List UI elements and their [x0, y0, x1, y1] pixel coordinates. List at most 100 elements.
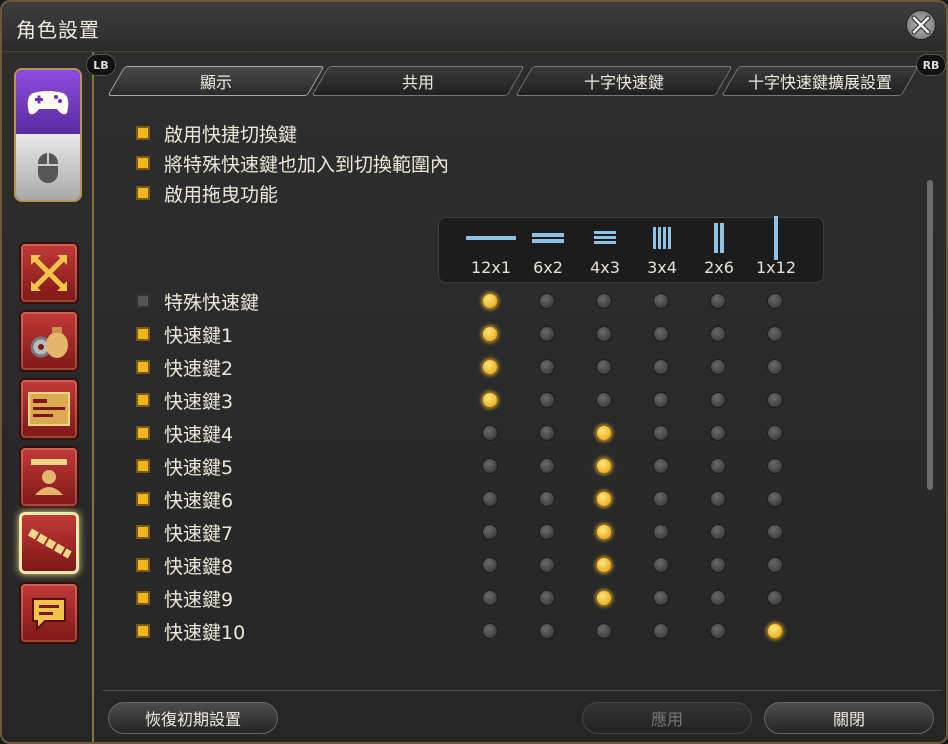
layout-radio-3x4[interactable]	[653, 524, 669, 540]
tab-bar: LB RB 顯示 共用 十字快速鍵 十字快速鍵擴展設置	[86, 52, 946, 98]
layout-3x4: 3x4	[632, 218, 692, 277]
layout-radio-6x2[interactable]	[539, 392, 555, 408]
layout-radio-4x3[interactable]	[596, 326, 612, 342]
layout-radio-3x4[interactable]	[653, 491, 669, 507]
layout-radio-3x4[interactable]	[653, 623, 669, 639]
layout-radio-4x3[interactable]	[596, 623, 612, 639]
layout-radio-12x1[interactable]	[482, 557, 498, 573]
layout-radio-2x6[interactable]	[710, 293, 726, 309]
layout-radio-3x4[interactable]	[653, 359, 669, 375]
layout-radio-4x3[interactable]	[596, 293, 612, 309]
checkbox[interactable]	[136, 156, 150, 170]
layout-radio-12x1[interactable]	[482, 293, 498, 309]
layout-radio-12x1[interactable]	[482, 425, 498, 441]
gamepad-icon[interactable]	[16, 70, 80, 134]
reset-defaults-button[interactable]: 恢復初期設置	[108, 702, 278, 734]
layout-radio-2x6[interactable]	[710, 326, 726, 342]
layout-radio-1x12[interactable]	[767, 491, 783, 507]
layout-radio-12x1[interactable]	[482, 392, 498, 408]
layout-radio-1x12[interactable]	[767, 326, 783, 342]
layout-radio-3x4[interactable]	[653, 326, 669, 342]
layout-radio-4x3[interactable]	[596, 524, 612, 540]
tab-display[interactable]: 顯示	[107, 66, 325, 96]
input-mode-toggle[interactable]	[14, 68, 82, 202]
apply-button[interactable]: 應用	[582, 702, 752, 734]
layout-radio-6x2[interactable]	[539, 425, 555, 441]
layout-radio-row	[102, 288, 932, 314]
title-bar: 角色設置	[2, 2, 946, 52]
layout-radio-6x2[interactable]	[539, 623, 555, 639]
hotbar-icon[interactable]	[19, 512, 79, 574]
id-card-icon[interactable]	[19, 378, 79, 440]
layout-radio-12x1[interactable]	[482, 524, 498, 540]
tab-shared[interactable]: 共用	[311, 66, 525, 96]
move-arrows-icon[interactable]	[19, 242, 79, 304]
layout-radio-6x2[interactable]	[539, 326, 555, 342]
layout-radio-1x12[interactable]	[767, 524, 783, 540]
layout-label: 4x3	[590, 258, 620, 277]
layout-radio-row	[102, 618, 932, 644]
layout-radio-12x1[interactable]	[482, 359, 498, 375]
layout-radio-4x3[interactable]	[596, 392, 612, 408]
layout-radio-2x6[interactable]	[710, 590, 726, 606]
layout-radio-3x4[interactable]	[653, 458, 669, 474]
chat-icon[interactable]	[19, 582, 79, 644]
layout-radio-1x12[interactable]	[767, 293, 783, 309]
tab-label: 共用	[401, 73, 434, 92]
layout-radio-1x12[interactable]	[767, 392, 783, 408]
layout-radio-12x1[interactable]	[482, 458, 498, 474]
layout-radio-12x1[interactable]	[482, 623, 498, 639]
layout-radio-3x4[interactable]	[653, 392, 669, 408]
layout-radio-4x3[interactable]	[596, 557, 612, 573]
checkbox[interactable]	[136, 126, 150, 140]
layout-radio-12x1[interactable]	[482, 590, 498, 606]
layout-radio-12x1[interactable]	[482, 491, 498, 507]
tab-cross-hotbar[interactable]: 十字快速鍵	[515, 66, 733, 96]
layout-radio-6x2[interactable]	[539, 293, 555, 309]
layout-radio-2x6[interactable]	[710, 524, 726, 540]
layout-radio-6x2[interactable]	[539, 458, 555, 474]
layout-radio-4x3[interactable]	[596, 425, 612, 441]
option-enable-quick-switch[interactable]: 啟用快捷切換鍵	[136, 120, 297, 146]
layout-radio-1x12[interactable]	[767, 458, 783, 474]
layout-radio-6x2[interactable]	[539, 524, 555, 540]
close-window-button[interactable]	[906, 10, 936, 40]
layout-radio-2x6[interactable]	[710, 491, 726, 507]
layout-radio-4x3[interactable]	[596, 590, 612, 606]
layout-radio-12x1[interactable]	[482, 326, 498, 342]
layout-radio-6x2[interactable]	[539, 491, 555, 507]
option-include-special-hotbar[interactable]: 將特殊快速鍵也加入到切換範圍內	[136, 150, 449, 176]
scrollbar[interactable]	[927, 180, 933, 490]
layout-radio-2x6[interactable]	[710, 458, 726, 474]
layout-radio-1x12[interactable]	[767, 359, 783, 375]
layout-radio-1x12[interactable]	[767, 557, 783, 573]
layout-radio-6x2[interactable]	[539, 359, 555, 375]
layout-radio-2x6[interactable]	[710, 623, 726, 639]
layout-radio-1x12[interactable]	[767, 590, 783, 606]
layout-radio-3x4[interactable]	[653, 557, 669, 573]
layout-radio-3x4[interactable]	[653, 590, 669, 606]
layout-12x1: 12x1	[461, 218, 521, 277]
character-icon[interactable]	[19, 446, 79, 508]
layout-radio-2x6[interactable]	[710, 392, 726, 408]
layout-radio-1x12[interactable]	[767, 623, 783, 639]
character-config-window: 角色設置 LB RB 顯示 共用 十字快速鍵 十字快速鍵擴展設置 啟用快捷切換鍵…	[0, 0, 948, 744]
layout-radio-4x3[interactable]	[596, 458, 612, 474]
option-enable-drag[interactable]: 啟用拖曳功能	[136, 180, 278, 206]
tab-cross-hotbar-extended[interactable]: 十字快速鍵擴展設置	[721, 66, 919, 96]
layout-radio-4x3[interactable]	[596, 491, 612, 507]
layout-radio-3x4[interactable]	[653, 293, 669, 309]
checkbox[interactable]	[136, 186, 150, 200]
gear-bag-icon[interactable]	[19, 310, 79, 372]
close-button[interactable]: 關閉	[764, 702, 934, 734]
layout-radio-2x6[interactable]	[710, 557, 726, 573]
layout-radio-6x2[interactable]	[539, 557, 555, 573]
mouse-icon[interactable]	[16, 134, 80, 200]
layout-2x6-icon	[714, 223, 724, 253]
layout-radio-2x6[interactable]	[710, 425, 726, 441]
layout-radio-6x2[interactable]	[539, 590, 555, 606]
layout-radio-1x12[interactable]	[767, 425, 783, 441]
layout-radio-2x6[interactable]	[710, 359, 726, 375]
layout-radio-4x3[interactable]	[596, 359, 612, 375]
layout-radio-3x4[interactable]	[653, 425, 669, 441]
